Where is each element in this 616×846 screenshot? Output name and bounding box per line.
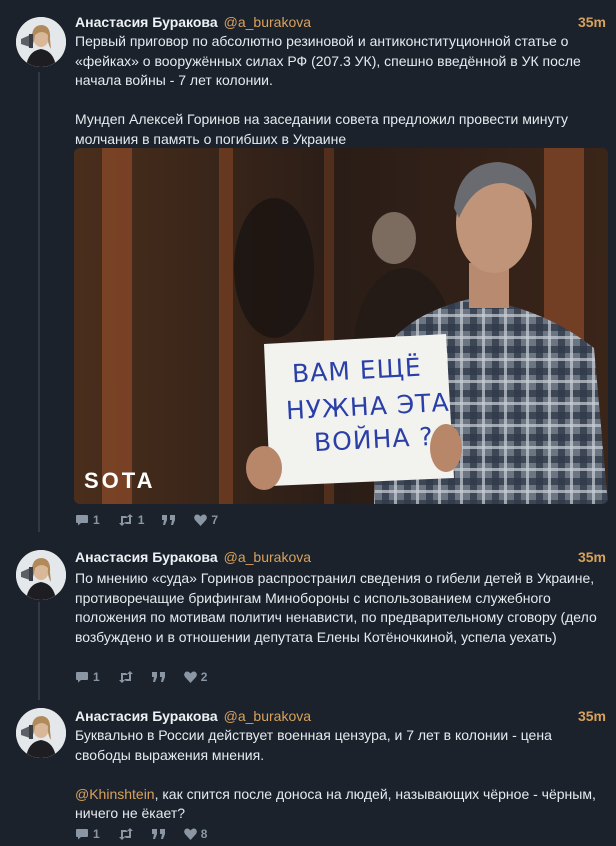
avatar[interactable] bbox=[16, 17, 66, 67]
reply-button[interactable]: 1 bbox=[75, 513, 100, 527]
heart-icon bbox=[183, 828, 197, 840]
quote-button[interactable] bbox=[151, 829, 166, 839]
like-count: 8 bbox=[200, 827, 208, 841]
like-button[interactable]: 7 bbox=[194, 513, 218, 527]
retweet-icon bbox=[118, 671, 133, 683]
tweet-paragraph: Буквально в России действует военная цен… bbox=[75, 727, 552, 763]
author-handle[interactable]: @a_burakova bbox=[224, 14, 311, 30]
reply-icon bbox=[76, 672, 88, 683]
reply-count: 1 bbox=[93, 827, 100, 841]
tweet-photo[interactable]: ВАМ ЕЩЁ НУЖНА ЭТА ВОЙНА ? SOTA bbox=[74, 148, 608, 504]
tweet-header: Анастасия Буракова @a_burakova 35m bbox=[75, 13, 606, 31]
tweet-text: Первый приговор по абсолютно резиновой и… bbox=[75, 32, 607, 149]
author-name[interactable]: Анастасия Буракова bbox=[75, 549, 218, 565]
photo-watermark: SOTA bbox=[84, 468, 156, 493]
tweet[interactable]: Анастасия Буракова @a_burakova 35m По мне… bbox=[0, 540, 616, 700]
tweet-actions: 1 8 bbox=[75, 827, 207, 841]
tweet-actions: 1 2 bbox=[75, 670, 207, 684]
reply-count: 1 bbox=[93, 670, 100, 684]
avatar[interactable] bbox=[16, 708, 66, 758]
quote-button[interactable] bbox=[151, 672, 166, 682]
tweet-actions: 1 1 7 bbox=[75, 513, 218, 527]
timestamp[interactable]: 35m bbox=[578, 707, 606, 725]
like-button[interactable]: 8 bbox=[183, 827, 208, 841]
reply-button[interactable]: 1 bbox=[75, 670, 100, 684]
tweet-paragraph: По мнению «суда» Горинов распространил с… bbox=[75, 570, 597, 645]
timestamp[interactable]: 35m bbox=[578, 13, 606, 31]
tweet[interactable]: Анастасия Буракова @a_burakova 35m Буквал… bbox=[0, 700, 616, 846]
heart-icon bbox=[194, 514, 208, 526]
quote-icon bbox=[151, 672, 165, 682]
avatar[interactable] bbox=[16, 550, 66, 600]
retweet-icon bbox=[118, 514, 133, 526]
reply-count: 1 bbox=[93, 513, 100, 527]
tweet-header: Анастасия Буракова @a_burakova 35m bbox=[75, 548, 606, 566]
retweet-button[interactable] bbox=[118, 828, 134, 840]
author-handle[interactable]: @a_burakova bbox=[224, 549, 311, 565]
timestamp[interactable]: 35m bbox=[578, 548, 606, 566]
quote-icon bbox=[162, 515, 176, 525]
reply-icon bbox=[76, 515, 88, 526]
tweet-paragraph: Мундеп Алексей Горинов на заседании сове… bbox=[75, 111, 569, 147]
like-count: 7 bbox=[211, 513, 219, 527]
tweet-text: По мнению «суда» Горинов распространил с… bbox=[75, 569, 607, 647]
tweet[interactable]: Анастасия Буракова @a_burakova 35m Первый… bbox=[0, 0, 616, 540]
author-name[interactable]: Анастасия Буракова bbox=[75, 14, 218, 30]
retweet-icon bbox=[118, 828, 133, 840]
like-button[interactable]: 2 bbox=[183, 670, 208, 684]
quote-icon bbox=[151, 829, 165, 839]
tweet-paragraph: @Khinshtein, как спится после доноса на … bbox=[75, 785, 607, 824]
retweet-count: 1 bbox=[137, 513, 145, 527]
mention-link[interactable]: @Khinshtein bbox=[75, 786, 155, 802]
tweet-text: Буквально в России действует военная цен… bbox=[75, 726, 607, 824]
reply-icon bbox=[76, 829, 88, 840]
retweet-button[interactable]: 1 bbox=[118, 513, 145, 527]
author-name[interactable]: Анастасия Буракова bbox=[75, 708, 218, 724]
heart-icon bbox=[183, 671, 197, 683]
quote-button[interactable] bbox=[162, 515, 176, 525]
author-handle[interactable]: @a_burakova bbox=[224, 708, 311, 724]
reply-button[interactable]: 1 bbox=[75, 827, 100, 841]
retweet-button[interactable] bbox=[118, 671, 134, 683]
tweet-paragraph: Первый приговор по абсолютно резиновой и… bbox=[75, 33, 581, 88]
like-count: 2 bbox=[200, 670, 208, 684]
tweet-header: Анастасия Буракова @a_burakova 35m bbox=[75, 707, 606, 725]
